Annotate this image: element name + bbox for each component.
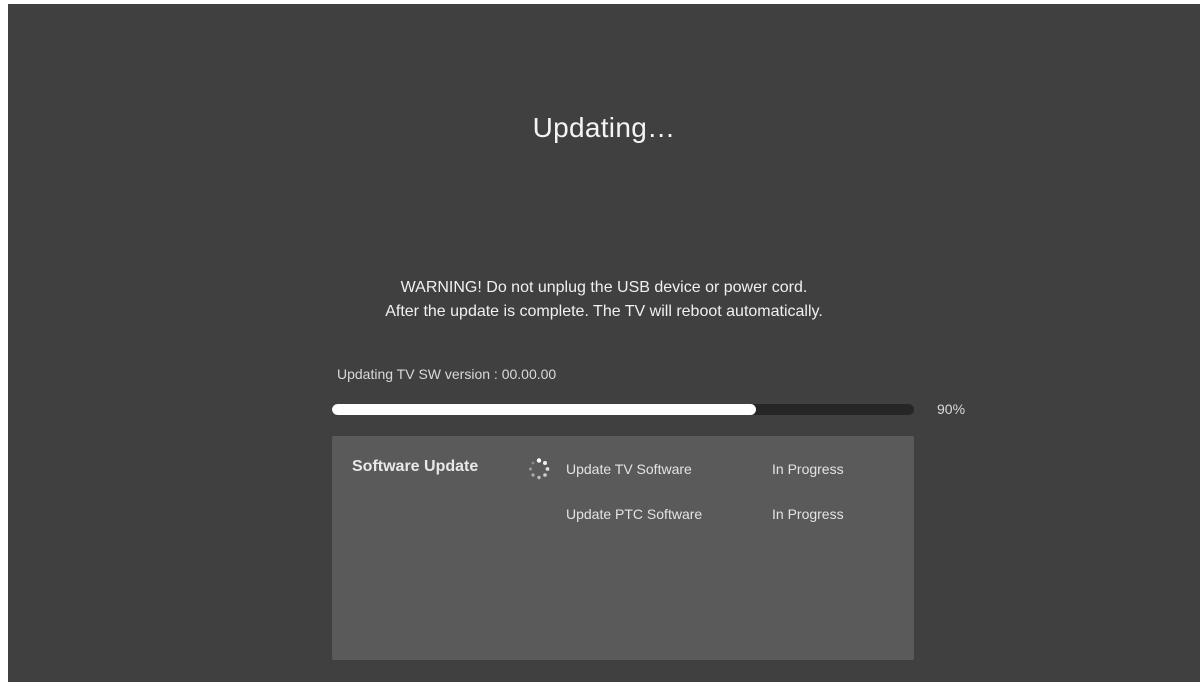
warning-line-2: After the update is complete. The TV wil… (385, 303, 823, 320)
page-title: Updating… (532, 112, 676, 143)
software-update-panel: Software Update Update TV Software In Pr… (332, 436, 914, 660)
version-label: Updating TV SW version : 00.00.00 (337, 366, 557, 382)
task-status-tv-software: In Progress (772, 461, 844, 477)
panel-title: Software Update (352, 458, 479, 475)
task-status-ptc-software: In Progress (772, 506, 844, 522)
progress-bar (332, 404, 914, 415)
update-screen: Updating… WARNING! Do not unplug the USB… (8, 4, 1200, 682)
loading-spinner-icon (529, 458, 550, 480)
warning-message: WARNING! Do not unplug the USB device or… (8, 276, 1200, 324)
progress-percent: 90% (937, 401, 966, 417)
task-name-ptc-software: Update PTC Software (566, 506, 703, 522)
progress-bar-fill (332, 404, 757, 415)
warning-line-1: WARNING! Do not unplug the USB device or… (400, 279, 808, 296)
task-name-tv-software: Update TV Software (566, 461, 692, 477)
